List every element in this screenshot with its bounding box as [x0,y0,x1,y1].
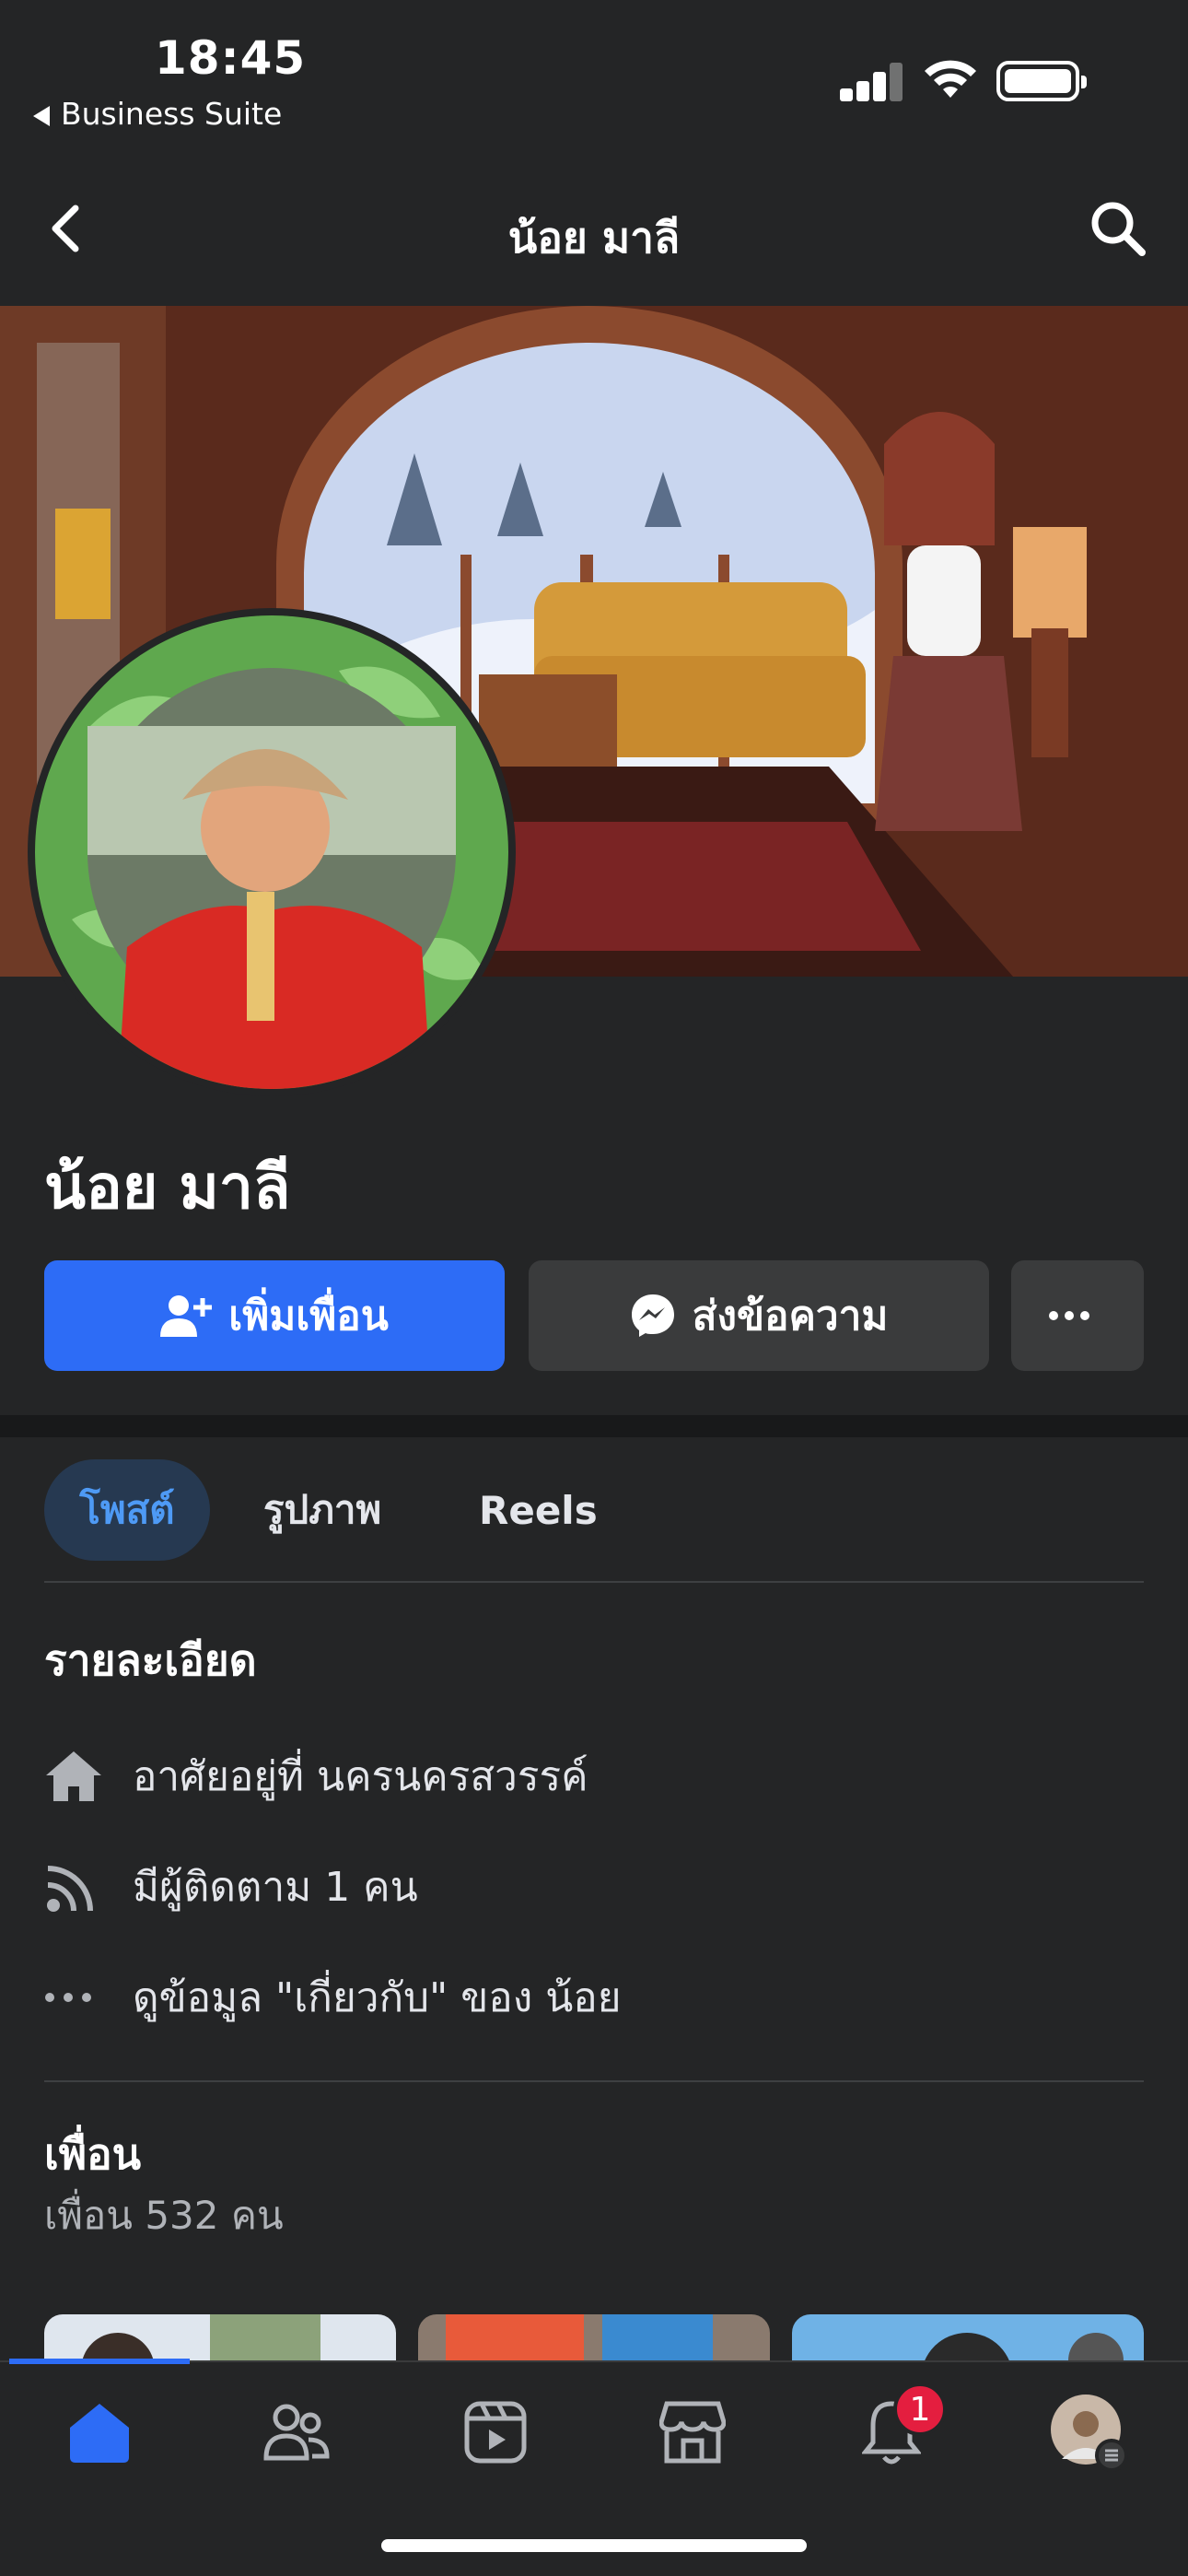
back-to-app-link[interactable]: Business Suite [33,96,282,132]
more-dots-icon [45,1993,91,2002]
friends-heading: เพื่อน [44,2129,142,2179]
top-navigation: น้อย มาลี [0,147,1188,306]
avatar-photo [35,615,508,1089]
messenger-icon [631,1294,674,1337]
notification-badge: 1 [893,2383,947,2436]
friends-count: เพื่อน 532 คน [44,2193,284,2238]
followers-text: มีผู้ติดตาม 1 คน [133,1864,418,1911]
friend-thumbnail[interactable] [418,2314,770,2366]
cellular-signal-icon [840,61,904,101]
tab-photos[interactable]: รูปภาพ [263,1459,381,1561]
details-heading: รายละเอียด [44,1635,257,1685]
marketplace-icon[interactable] [646,2395,739,2469]
search-icon[interactable] [1089,199,1147,258]
battery-icon [996,61,1087,101]
status-bar: 18:45 Business Suite [0,0,1188,147]
add-friend-button[interactable]: เพิ่มเพื่อน [44,1260,505,1371]
status-time: 18:45 [155,31,307,85]
home-indicator[interactable] [381,2539,807,2552]
details-divider [44,2080,1144,2082]
message-button[interactable]: ส่งข้อความ [529,1260,989,1371]
profile-name: น้อย มาลี [44,1152,291,1223]
section-separator [0,1415,1188,1437]
detail-about-link[interactable]: ดูข้อมูล "เกี่ยวกับ" ของ น้อย [44,1961,622,2034]
detail-followers: มีผู้ติดตาม 1 คน [44,1850,418,1924]
profile-avatar[interactable] [28,608,516,1096]
detail-lives-in: อาศัยอยู่ที่ นครนครสวรรค์ [44,1739,588,1813]
home-icon[interactable] [53,2395,146,2469]
friends-icon[interactable] [250,2395,343,2469]
tabs-divider [44,1581,1144,1583]
back-triangle-icon [33,105,50,126]
friend-photo [923,2333,1124,2366]
video-icon[interactable] [449,2395,542,2469]
back-app-label: Business Suite [61,96,283,132]
about-link-text: ดูข้อมูล "เกี่ยวกับ" ของ น้อย [133,1974,622,2021]
friend-thumbnail[interactable] [792,2314,1144,2366]
profile-menu-icon[interactable] [1042,2395,1135,2472]
more-dots-icon [1049,1311,1089,1320]
active-tab-indicator [9,2359,190,2364]
tab-posts[interactable]: โพสต์ [44,1459,210,1561]
lives-in-text: อาศัยอยู่ที่ นครนครสวรรค์ [133,1753,588,1800]
wifi-icon [925,60,976,98]
page-title: น้อย มาลี [507,213,681,263]
home-icon [46,1751,101,1801]
add-friend-icon [160,1295,213,1337]
rss-feed-icon [47,1866,93,1912]
more-options-button[interactable] [1011,1260,1144,1371]
tab-reels[interactable]: Reels [479,1459,598,1561]
add-friend-label: เพิ่มเพื่อน [228,1293,389,1340]
message-label: ส่งข้อความ [692,1293,889,1340]
friend-photo [446,2314,713,2366]
